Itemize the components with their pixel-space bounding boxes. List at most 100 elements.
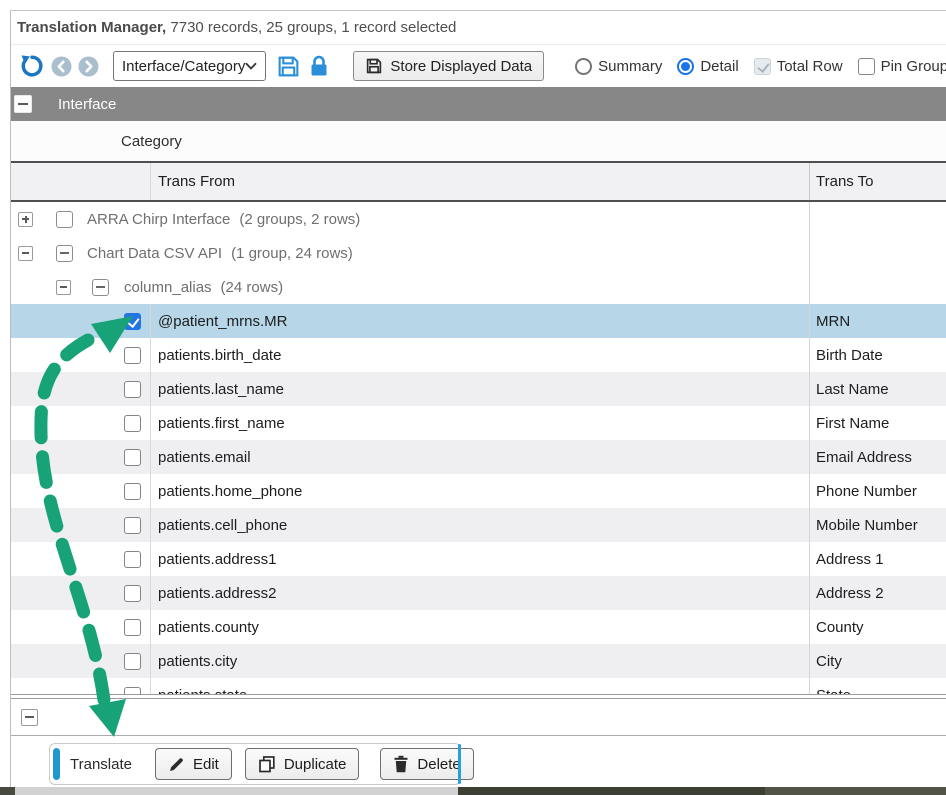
trans-from-value: patients.address1 [151, 551, 276, 568]
row-checkbox-cell [11, 678, 151, 694]
trans-to-value: Last Name [816, 381, 889, 398]
collapse-box-icon[interactable] [56, 280, 71, 295]
trans-to-value: MRN [816, 313, 850, 330]
group-row[interactable]: ARRA Chirp Interface(2 groups, 2 rows) [11, 202, 946, 236]
store-displayed-data-button[interactable]: Store Displayed Data [353, 51, 544, 81]
row-checkbox-cell [11, 372, 151, 406]
pin-groups-label: Pin Groups [881, 58, 946, 75]
translation-row[interactable]: patients.cell_phone Mobile Number [11, 508, 946, 542]
delete-button-label: Delete [417, 756, 460, 773]
row-checkbox[interactable] [124, 687, 141, 695]
app-title: Translation Manager, [17, 19, 166, 36]
trans-to-value: Phone Number [816, 483, 917, 500]
toolbar: Interface/Category Sto [11, 45, 946, 87]
detail-radio[interactable] [677, 58, 694, 75]
trans-from-value: patients.cell_phone [151, 517, 287, 534]
row-checkbox[interactable] [124, 381, 141, 398]
lock-icon[interactable] [308, 54, 330, 78]
row-checkbox[interactable] [124, 585, 141, 602]
group-row[interactable]: Chart Data CSV API(1 group, 24 rows) [11, 236, 946, 270]
row-checkbox[interactable] [124, 619, 141, 636]
collapse-box-icon[interactable] [18, 246, 33, 261]
translation-row[interactable]: patients.cityCity [11, 644, 946, 678]
store-icon [365, 57, 383, 75]
trans-from-value: patients.last_name [151, 381, 284, 398]
panel-accent-bar-right [458, 744, 461, 784]
row-checkbox[interactable] [124, 517, 141, 534]
translation-manager-window: Translation Manager, 7730 records, 25 gr… [10, 10, 946, 787]
trans-to-cell [809, 202, 946, 236]
translation-row[interactable]: patients.home_phone Phone Number [11, 474, 946, 508]
desktop-strip [0, 787, 946, 795]
translation-row[interactable]: patients.first_nameFirst Name [11, 406, 946, 440]
translation-row[interactable]: @patient_mrns.MRMRN [11, 304, 946, 338]
translation-row[interactable]: patients.birth_dateBirth Date [11, 338, 946, 372]
undo-icon[interactable] [19, 53, 45, 79]
trans-from-value: patients.email [151, 449, 251, 466]
grouping-select[interactable]: Interface/Category [113, 51, 266, 81]
trans-to-value: County [816, 619, 864, 636]
group-label: column_alias [124, 279, 212, 296]
row-checkbox[interactable] [124, 551, 141, 568]
pin-groups-checkbox[interactable] [858, 58, 875, 75]
translation-row[interactable]: patients.address2 Address 2 [11, 576, 946, 610]
column-header-row: Trans From Trans To [11, 161, 946, 202]
trans-to-value: Address 1 [816, 551, 884, 568]
trash-icon [393, 755, 409, 773]
trans-to-value: Address 2 [816, 585, 884, 602]
row-checkbox[interactable] [124, 415, 141, 432]
total-row-label: Total Row [777, 58, 843, 75]
trans-from-value: patients.birth_date [151, 347, 281, 364]
trans-to-value: Email Address [816, 449, 912, 466]
row-checkbox[interactable] [124, 347, 141, 364]
trans-to-value: Mobile Number [816, 517, 918, 534]
edit-button-label: Edit [193, 756, 219, 773]
save-icon[interactable] [276, 54, 301, 79]
trans-from-value: patients.first_name [151, 415, 285, 432]
edit-button[interactable]: Edit [155, 748, 232, 780]
pencil-icon [168, 756, 185, 773]
trans-from-value: patients.home_phone [151, 483, 302, 500]
row-checkbox-cell [11, 406, 151, 440]
total-row-checkbox[interactable] [754, 58, 771, 75]
interface-header-label: Interface [58, 96, 116, 113]
group-meta: (1 group, 24 rows) [231, 245, 353, 262]
row-checkbox-cell [11, 474, 151, 508]
row-checkbox[interactable] [124, 653, 141, 670]
translation-row[interactable]: patients.last_name Last Name [11, 372, 946, 406]
row-checkbox[interactable] [124, 449, 141, 466]
translation-row[interactable]: patients.address1 Address 1 [11, 542, 946, 576]
chevron-down-icon [245, 62, 257, 70]
translation-row[interactable]: patients.email Email Address [11, 440, 946, 474]
category-group-header: Category [11, 121, 946, 161]
trans-from-value: patients.address2 [151, 585, 276, 602]
group-checkbox[interactable] [56, 211, 73, 228]
trans-to-cell [809, 270, 946, 304]
group-checkbox[interactable] [56, 245, 73, 262]
trans-to-column-header[interactable]: Trans To [816, 173, 874, 190]
row-checkbox-cell [11, 440, 151, 474]
back-icon[interactable] [51, 56, 72, 77]
title-bar: Translation Manager, 7730 records, 25 gr… [11, 11, 946, 45]
summary-radio[interactable] [575, 58, 592, 75]
group-row[interactable]: column_alias(24 rows) [11, 270, 946, 304]
translation-row[interactable]: patients.stateState [11, 678, 946, 694]
collapse-panel-icon[interactable] [21, 709, 38, 726]
row-checkbox-cell [11, 576, 151, 610]
forward-icon[interactable] [78, 56, 99, 77]
trans-from-value: patients.county [151, 619, 259, 636]
expand-box-icon[interactable] [18, 212, 33, 227]
collapse-interface-icon[interactable] [14, 95, 32, 113]
row-checkbox-cell [11, 644, 151, 678]
store-button-label: Store Displayed Data [390, 58, 532, 75]
copy-icon [258, 755, 276, 773]
checkbox-column-header [11, 163, 151, 200]
duplicate-button[interactable]: Duplicate [245, 748, 360, 780]
row-checkbox[interactable] [124, 483, 141, 500]
translation-row[interactable]: patients.county County [11, 610, 946, 644]
row-checkbox[interactable] [124, 313, 141, 330]
group-checkbox[interactable] [92, 279, 109, 296]
translate-panel: Translate Edit Duplicate [49, 743, 461, 785]
trans-from-column-header[interactable]: Trans From [151, 173, 235, 190]
grouping-select-value: Interface/Category [122, 58, 245, 75]
